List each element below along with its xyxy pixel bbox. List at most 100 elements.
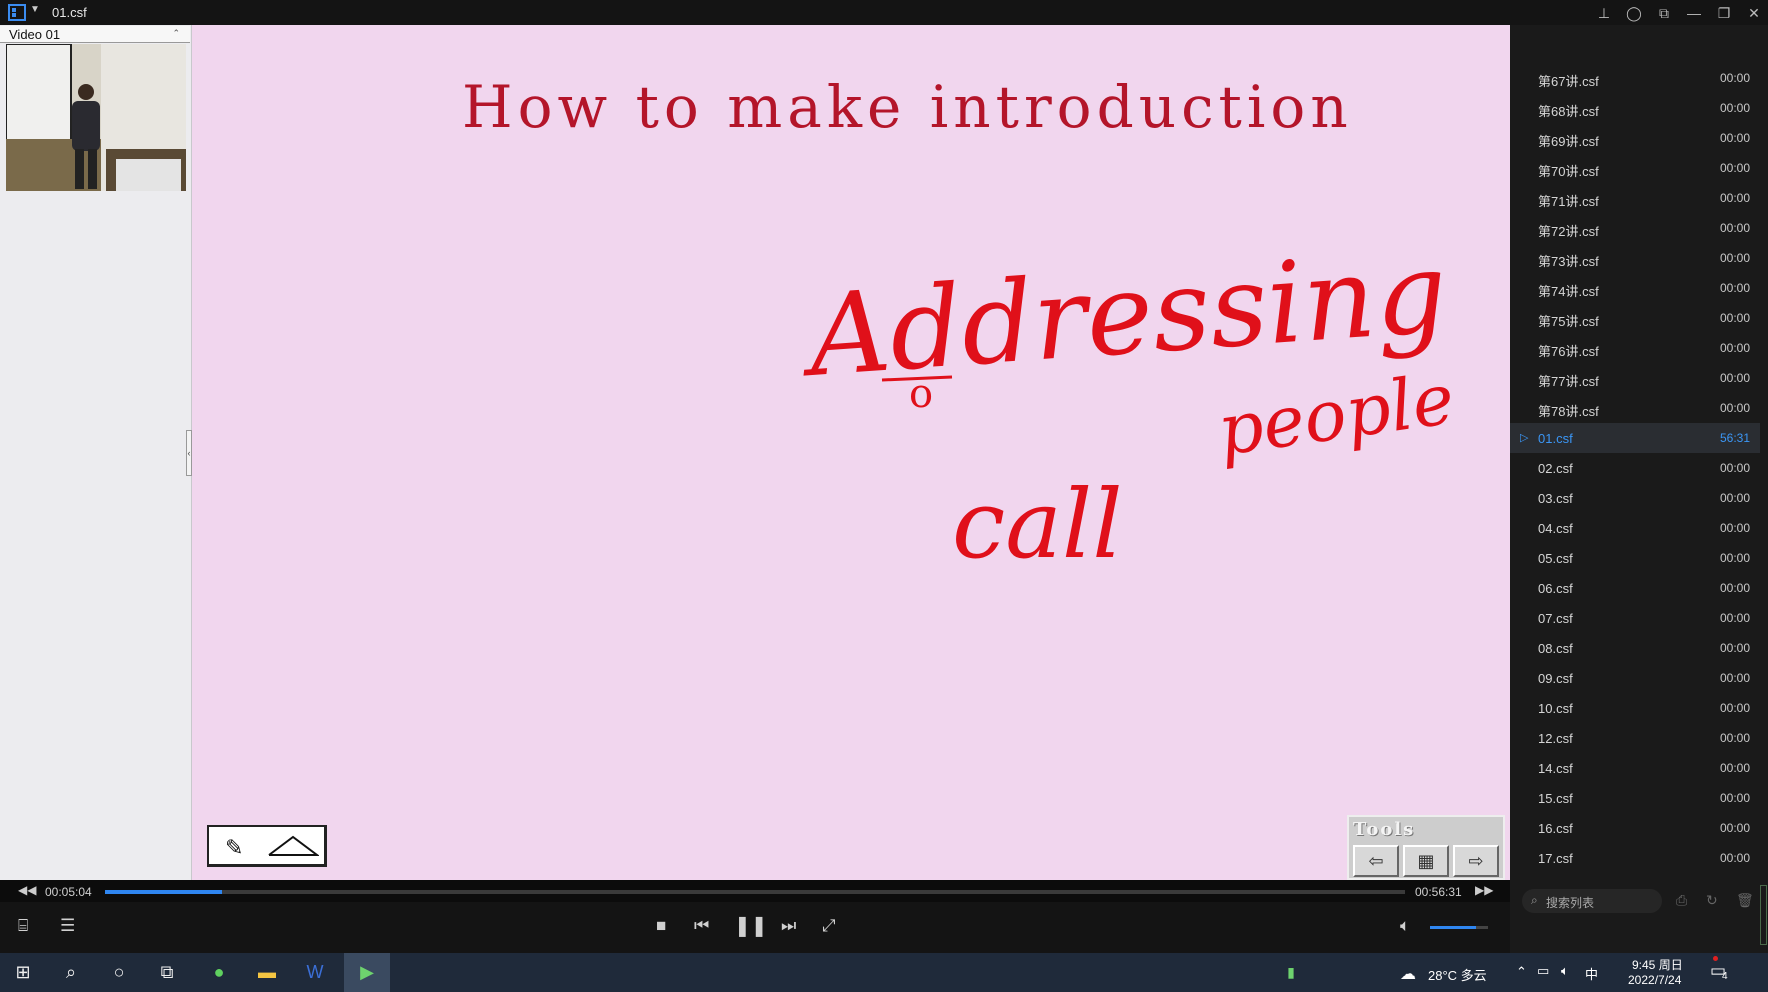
lecturer-video[interactable] <box>6 44 186 191</box>
playlist-item[interactable]: 第74讲.csf 00:00 <box>1510 273 1760 303</box>
playlist-item[interactable]: 第69讲.csf 00:00 <box>1510 123 1760 153</box>
start-icon[interactable]: ⊞ <box>0 953 46 992</box>
weather-text[interactable]: 28°C 多云 <box>1428 965 1487 984</box>
playlist-item-name: 08.csf <box>1538 641 1573 656</box>
playlist-item-duration: 00:00 <box>1719 71 1750 85</box>
playlist-scrollbar[interactable] <box>1760 885 1767 945</box>
playlist-item[interactable]: 14.csf 00:00 <box>1510 753 1760 783</box>
player-controls: ⌸ ☰ ■ ⏮ ❚❚ ⏭ ⤢ 🔈︎ <box>0 902 1510 953</box>
task-view-icon[interactable]: ⧉ <box>144 953 190 992</box>
playlist-item[interactable]: 03.csf 00:00 <box>1510 483 1760 513</box>
pen-icon[interactable]: ✎ <box>225 835 243 861</box>
playlist-item[interactable]: 08.csf 00:00 <box>1510 633 1760 663</box>
fast-forward-icon[interactable]: ▶▶ <box>1475 883 1493 897</box>
playlist: 第67讲.csf 00:00 第68讲.csf 00:00 第69讲.csf 00:00 第… <box>1510 25 1768 896</box>
tools-label: Tools <box>1353 819 1416 840</box>
playlist-item-duration: 00:00 <box>1719 791 1750 805</box>
playlist-item[interactable]: 第68讲.csf 00:00 <box>1510 93 1760 123</box>
fullscreen-icon[interactable]: ⤢ <box>822 916 836 936</box>
volume-level <box>1430 926 1477 929</box>
playlist-item-name: 16.csf <box>1538 821 1573 836</box>
playlist-item[interactable]: 02.csf 00:00 <box>1510 453 1760 483</box>
playlist-search-box[interactable]: ⌕ 搜索列表 <box>1522 889 1662 913</box>
video-panel-header[interactable]: Video 01 ⌃ <box>0 26 190 43</box>
volume-slider[interactable] <box>1430 926 1488 929</box>
delete-icon[interactable]: 🗑︎ <box>1736 892 1754 909</box>
prev-page-button[interactable]: ⇦ <box>1353 845 1399 877</box>
playlist-item[interactable]: 16.csf 00:00 <box>1510 813 1760 843</box>
clock-date[interactable]: 2022/7/24 <box>1628 973 1681 987</box>
pen-toolbar: ✎ <box>207 825 327 867</box>
file-explorer-icon[interactable]: ▬ <box>244 953 290 992</box>
playlist-item[interactable]: 第67讲.csf 00:00 <box>1510 63 1760 93</box>
playlist-item[interactable]: 12.csf 00:00 <box>1510 723 1760 753</box>
search-icon: ⌕ <box>1531 893 1538 907</box>
playlist-item-duration: 00:00 <box>1719 701 1750 715</box>
window-title: 01.csf <box>52 5 87 20</box>
playlist-item[interactable]: 17.csf 00:00 <box>1510 843 1760 873</box>
stop-button[interactable]: ■ <box>656 916 666 936</box>
playlist-item[interactable]: 第72讲.csf 00:00 <box>1510 213 1760 243</box>
playlist-item-duration: 00:00 <box>1719 311 1750 325</box>
playlist-item-duration: 00:00 <box>1719 731 1750 745</box>
page-index-button[interactable]: ▦ <box>1403 845 1449 877</box>
expand-icon[interactable]: ⌃ <box>172 28 180 39</box>
lecture-slide: How to make introduction Addressing o pe… <box>192 25 1510 880</box>
playlist-item-duration: 56:31 <box>1719 431 1750 445</box>
pin-icon[interactable]: ⊥ <box>1594 3 1614 23</box>
playlist-item-duration: 00:00 <box>1719 281 1750 295</box>
playlist-item[interactable]: 第77讲.csf 00:00 <box>1510 363 1760 393</box>
playlist-item[interactable]: 第76讲.csf 00:00 <box>1510 333 1760 363</box>
library-icon[interactable]: ⌸ <box>18 916 28 936</box>
playlist-item[interactable]: 09.csf 00:00 <box>1510 663 1760 693</box>
playlist-item[interactable]: ▷ 01.csf 56:31 <box>1510 423 1760 453</box>
ime-indicator[interactable]: 中 <box>1585 964 1598 983</box>
previous-button[interactable]: ⏮ <box>694 916 709 936</box>
minimize-button[interactable]: — <box>1684 3 1704 23</box>
settings-icon[interactable]: ☰ <box>60 916 75 936</box>
playlist-item-name: 02.csf <box>1538 461 1573 476</box>
volume-icon[interactable]: 🔈︎ <box>1400 916 1410 936</box>
pause-button[interactable]: ❚❚ <box>734 916 768 936</box>
playlist-item[interactable]: 第78讲.csf 00:00 <box>1510 393 1760 423</box>
playlist-item-duration: 00:00 <box>1719 101 1750 115</box>
tray-chevron-icon[interactable]: ⌃ <box>1516 964 1527 980</box>
playlist-item-name: 第71讲.csf <box>1538 194 1599 209</box>
search-icon[interactable]: ⌕ <box>48 953 94 992</box>
video-panel: Video 01 ⌃ ‹ <box>0 25 192 880</box>
clock-time[interactable]: 9:45 周日 <box>1632 956 1683 973</box>
playlist-item[interactable]: 07.csf 00:00 <box>1510 603 1760 633</box>
playlist-item-name: 14.csf <box>1538 761 1573 776</box>
close-button[interactable]: ✕ <box>1744 3 1764 23</box>
next-button[interactable]: ⏭ <box>781 916 796 936</box>
mini-mode-icon[interactable]: ⧉ <box>1654 3 1674 23</box>
playlist-item[interactable]: 04.csf 00:00 <box>1510 513 1760 543</box>
browser-icon[interactable]: ● <box>196 953 242 992</box>
playlist-item[interactable]: 10.csf 00:00 <box>1510 693 1760 723</box>
playlist-item[interactable]: 05.csf 00:00 <box>1510 543 1760 573</box>
restore-button[interactable]: ❐ <box>1714 3 1734 23</box>
bulb-icon[interactable]: ◯ <box>1624 3 1644 23</box>
next-page-button[interactable]: ⇨ <box>1453 845 1499 877</box>
app-menu-caret-icon[interactable]: ▼ <box>30 4 40 15</box>
playlist-item[interactable]: 第70讲.csf 00:00 <box>1510 153 1760 183</box>
playlist-item[interactable]: 06.csf 00:00 <box>1510 573 1760 603</box>
loop-icon[interactable]: ↻ <box>1706 892 1718 909</box>
app-logo-icon[interactable] <box>8 4 26 21</box>
cortana-icon[interactable]: ○ <box>96 953 142 992</box>
playlist-item-duration: 00:00 <box>1719 131 1750 145</box>
playlist-item[interactable]: 15.csf 00:00 <box>1510 783 1760 813</box>
playlist-item[interactable]: 第73讲.csf 00:00 <box>1510 243 1760 273</box>
media-player-icon[interactable]: ▶ <box>344 953 390 992</box>
rewind-icon[interactable]: ◀◀ <box>18 883 36 897</box>
word-icon[interactable]: W <box>292 953 338 992</box>
battery-icon[interactable]: ▮ <box>1268 953 1314 992</box>
network-icon[interactable]: ▭ <box>1537 963 1549 979</box>
add-file-icon[interactable]: ⎙ <box>1676 892 1687 909</box>
playlist-item-name: 第74讲.csf <box>1538 284 1599 299</box>
playlist-item[interactable]: 第71讲.csf 00:00 <box>1510 183 1760 213</box>
playlist-item[interactable]: 第75讲.csf 00:00 <box>1510 303 1760 333</box>
eraser-icon[interactable] <box>267 835 320 862</box>
seek-slider[interactable] <box>105 890 1405 894</box>
speaker-icon[interactable]: 🔈︎ <box>1561 963 1569 979</box>
